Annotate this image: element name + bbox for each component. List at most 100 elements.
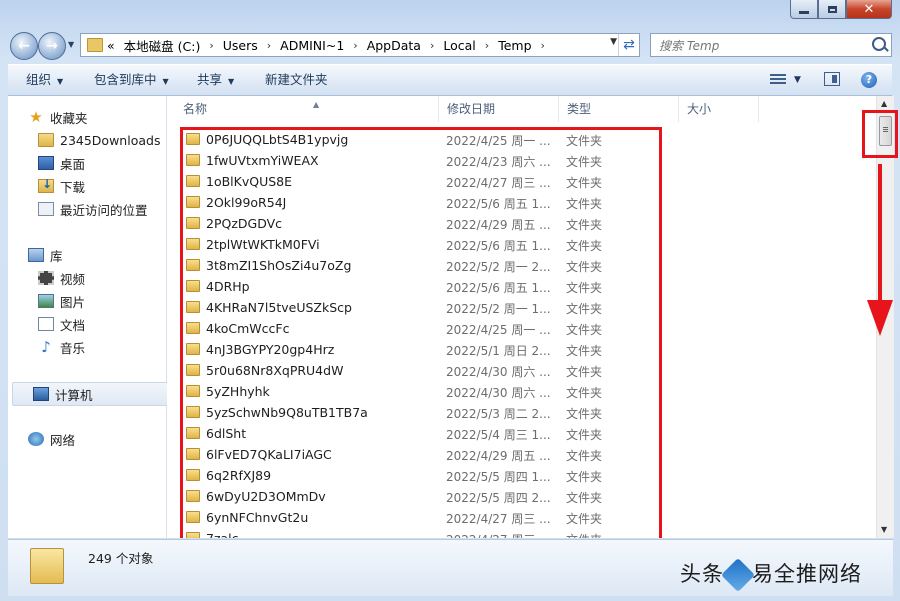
- address-bar[interactable]: « 本地磁盘 (C:) › Users › ADMINI~1 › AppData…: [80, 33, 640, 57]
- pictures-icon: [38, 294, 54, 308]
- table-row[interactable]: 6q2RfXJ89 2022/5/5 周四 1... 文件夹: [167, 465, 667, 486]
- view-options-dropdown[interactable]: ▼: [794, 65, 801, 95]
- recent-pages-dropdown[interactable]: ▼: [68, 40, 74, 49]
- annotation-arrow-line: [878, 164, 882, 304]
- nav-favorites[interactable]: ★ 收藏夹: [8, 106, 186, 128]
- chevron-down-icon: ▼: [162, 77, 169, 86]
- table-row[interactable]: 6ynNFChnvGt2u 2022/4/27 周三 ... 文件夹: [167, 507, 667, 528]
- column-header-date[interactable]: 修改日期: [439, 96, 559, 122]
- address-history-dropdown[interactable]: ▼: [610, 37, 617, 47]
- folder-icon: [186, 406, 200, 418]
- table-row[interactable]: 1fwUVtxmYiWEAX 2022/4/23 周六 ... 文件夹: [167, 150, 667, 171]
- table-row[interactable]: 0P6JUQQLbtS4B1ypvjg 2022/4/25 周一 ... 文件夹: [167, 129, 667, 150]
- table-row[interactable]: 2tplWtWKTkM0FVi 2022/5/6 周五 1... 文件夹: [167, 234, 667, 255]
- close-button[interactable]: ✕: [846, 0, 892, 19]
- file-name: 1fwUVtxmYiWEAX: [206, 153, 319, 168]
- breadcrumb-item-admin[interactable]: ADMINI~1: [280, 38, 344, 53]
- folder-icon: [186, 532, 200, 538]
- minimize-button[interactable]: [790, 0, 818, 19]
- nav-network[interactable]: 网络: [8, 428, 186, 450]
- search-input[interactable]: [657, 35, 866, 57]
- file-type: 文件夹: [566, 365, 603, 379]
- watermark: 头条 易全推网络: [680, 558, 862, 592]
- change-view-icon[interactable]: [770, 72, 786, 86]
- table-row[interactable]: 4koCmWccFc 2022/4/25 周一 ... 文件夹: [167, 318, 667, 339]
- navigation-pane: ★ 收藏夹 2345Downloads 桌面 下载 最近访问的位置 库 视频 图片…: [8, 96, 186, 538]
- computer-icon: [33, 387, 49, 401]
- table-row[interactable]: 5yzSchwNb9Q8uTB1TB7a 2022/5/3 周二 2... 文件夹: [167, 402, 667, 423]
- folder-icon: [186, 322, 200, 334]
- close-icon: ✕: [863, 1, 875, 17]
- breadcrumb-item-users[interactable]: Users: [223, 38, 258, 53]
- file-type: 文件夹: [566, 531, 602, 538]
- table-row[interactable]: 3t8mZI1ShOsZi4u7oZg 2022/5/2 周一 2... 文件夹: [167, 255, 667, 276]
- maximize-button[interactable]: [818, 0, 846, 19]
- scroll-down-icon[interactable]: ▼: [881, 525, 887, 534]
- arrow-left-icon: ←: [18, 38, 30, 54]
- breadcrumb-separator[interactable]: ›: [541, 39, 545, 52]
- nav-item-label: 下载: [60, 179, 86, 195]
- table-row[interactable]: 2Okl99oR54J 2022/5/6 周五 1... 文件夹: [167, 192, 667, 213]
- new-folder-button[interactable]: 新建文件夹: [265, 65, 328, 95]
- share-menu[interactable]: 共享 ▼: [197, 65, 234, 95]
- breadcrumb-item-appdata[interactable]: AppData: [367, 38, 421, 53]
- chevron-down-icon: ▼: [228, 77, 235, 86]
- file-name: 2PQzDGDVc: [206, 216, 283, 231]
- folder-icon: [186, 490, 200, 502]
- file-type: 文件夹: [566, 260, 603, 274]
- column-header-size[interactable]: 大小: [679, 96, 759, 122]
- breadcrumb-separator[interactable]: ›: [209, 39, 213, 52]
- include-in-library-label: 包含到库中: [94, 72, 157, 87]
- breadcrumb-separator[interactable]: ›: [267, 39, 271, 52]
- nav-libraries[interactable]: 库: [8, 244, 186, 266]
- file-date: 2022/5/3 周二 2...: [446, 407, 551, 421]
- breadcrumb-overflow[interactable]: «: [107, 38, 115, 53]
- search-box[interactable]: [650, 33, 892, 57]
- table-row[interactable]: 1oBlKvQUS8E 2022/4/27 周三 ... 文件夹: [167, 171, 667, 192]
- file-name: 1oBlKvQUS8E: [206, 174, 293, 189]
- caption-buttons: ✕: [790, 0, 892, 19]
- table-row[interactable]: 4nJ3BGYPY20gp4Hrz 2022/5/1 周日 2... 文件夹: [167, 339, 667, 360]
- refresh-button[interactable]: ⇄: [618, 34, 639, 56]
- file-name: 5yZHhyhk: [206, 384, 270, 399]
- table-row[interactable]: 4DRHp 2022/5/6 周五 1... 文件夹: [167, 276, 667, 297]
- breadcrumb-item-local[interactable]: Local: [443, 38, 475, 53]
- downloads-icon: [38, 177, 54, 193]
- folder-icon: [38, 133, 54, 147]
- table-row[interactable]: 4KHRaN7l5tveUSZkScp 2022/5/2 周一 1... 文件夹: [167, 297, 667, 318]
- folder-icon: [186, 448, 200, 460]
- table-row[interactable]: 5r0u68Nr8XqPRU4dW 2022/4/30 周六 ... 文件夹: [167, 360, 667, 381]
- details-pane: 249 个对象 头条 易全推网络: [8, 539, 893, 596]
- table-row[interactable]: 2PQzDGDVc 2022/4/29 周五 ... 文件夹: [167, 213, 667, 234]
- table-row[interactable]: 6dlSht 2022/5/4 周三 1... 文件夹: [167, 423, 667, 444]
- back-button[interactable]: ←: [10, 32, 38, 60]
- column-header-type[interactable]: 类型: [559, 96, 679, 122]
- breadcrumb-item-drive[interactable]: 本地磁盘 (C:): [124, 36, 201, 55]
- nav-computer[interactable]: 计算机: [12, 382, 186, 406]
- search-icon[interactable]: [872, 37, 886, 51]
- watermark-logo-icon: [721, 558, 755, 592]
- table-row[interactable]: 7zalc 2022/4/27 周三 ... 文件夹: [167, 528, 667, 538]
- column-size-label: 大小: [687, 102, 712, 116]
- breadcrumb-separator[interactable]: ›: [430, 39, 434, 52]
- breadcrumb-separator[interactable]: ›: [353, 39, 357, 52]
- nav-libraries-label: 库: [50, 248, 63, 264]
- help-icon[interactable]: ?: [861, 72, 877, 88]
- table-row[interactable]: 6lFvED7QKaLI7iAGC 2022/4/29 周五 ... 文件夹: [167, 444, 667, 465]
- file-type: 文件夹: [566, 134, 603, 148]
- include-in-library-menu[interactable]: 包含到库中 ▼: [94, 65, 169, 95]
- organize-menu[interactable]: 组织 ▼: [26, 65, 63, 95]
- scroll-up-icon[interactable]: ▲: [881, 99, 887, 108]
- folder-icon: [186, 364, 200, 376]
- file-date: 2022/5/6 周五 1...: [446, 281, 551, 295]
- table-row[interactable]: 5yZHhyhk 2022/4/30 周六 ... 文件夹: [167, 381, 667, 402]
- breadcrumb-separator[interactable]: ›: [485, 39, 489, 52]
- library-icon: [28, 248, 44, 262]
- breadcrumb-item-temp[interactable]: Temp: [498, 38, 531, 53]
- folder-icon: [186, 175, 200, 187]
- table-row[interactable]: 6wDyU2D3OMmDv 2022/5/5 周四 2... 文件夹: [167, 486, 667, 507]
- forward-button[interactable]: →: [38, 32, 66, 60]
- command-bar: 组织 ▼ 包含到库中 ▼ 共享 ▼ 新建文件夹 ▼ ?: [8, 64, 892, 96]
- column-header-name[interactable]: 名称 ▲: [175, 96, 439, 122]
- preview-pane-icon[interactable]: [824, 72, 840, 86]
